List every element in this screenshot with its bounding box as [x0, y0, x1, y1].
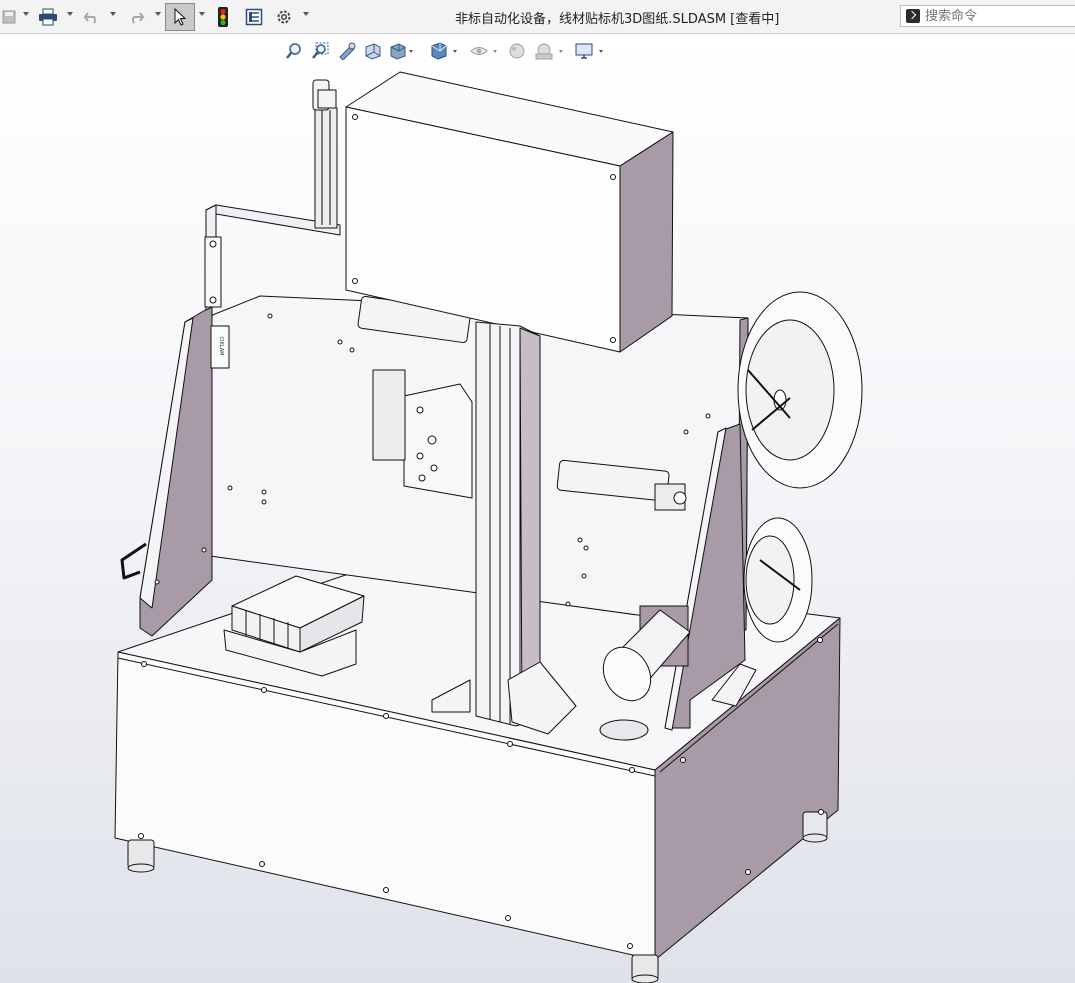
- redo-icon[interactable]: [124, 4, 148, 30]
- lower-reel: [743, 517, 813, 643]
- assembly-model[interactable]: CIKLAM: [0, 34, 1075, 983]
- vertical-cylinder: [314, 107, 338, 229]
- document-title: 非标自动化设备，线材贴标机3D图纸.SLDASM [查看中]: [455, 12, 780, 27]
- undo-icon[interactable]: [80, 4, 104, 30]
- model-tag-text: CIKLAM: [218, 337, 224, 356]
- rebuild-traffic-light-icon[interactable]: [214, 4, 232, 30]
- chevron-down-icon[interactable]: [23, 12, 29, 16]
- slider-block: [403, 383, 473, 499]
- title-bar: 非标自动化设备，线材贴标机3D图纸.SLDASM [查看中]: [0, 0, 1075, 34]
- chevron-down-icon[interactable]: [303, 12, 309, 16]
- left-handle: [120, 542, 147, 580]
- select-pointer-icon[interactable]: [165, 3, 195, 31]
- upper-reel: [737, 291, 863, 489]
- electrical-box-side: [619, 131, 674, 353]
- base-hole: [599, 719, 649, 741]
- search-input[interactable]: [925, 7, 1075, 25]
- command-prompt-icon: [906, 9, 920, 23]
- chevron-down-icon[interactable]: [199, 12, 205, 16]
- print-icon[interactable]: [36, 4, 60, 30]
- file-properties-icon[interactable]: [242, 4, 266, 30]
- save-icon[interactable]: [0, 4, 18, 30]
- chevron-down-icon[interactable]: [67, 12, 73, 16]
- options-gear-icon[interactable]: [272, 4, 296, 30]
- chevron-down-icon[interactable]: [110, 12, 116, 16]
- graphics-area[interactable]: CIKLAM: [0, 34, 1075, 983]
- chevron-down-icon[interactable]: [155, 12, 161, 16]
- search-commands[interactable]: [900, 5, 1075, 27]
